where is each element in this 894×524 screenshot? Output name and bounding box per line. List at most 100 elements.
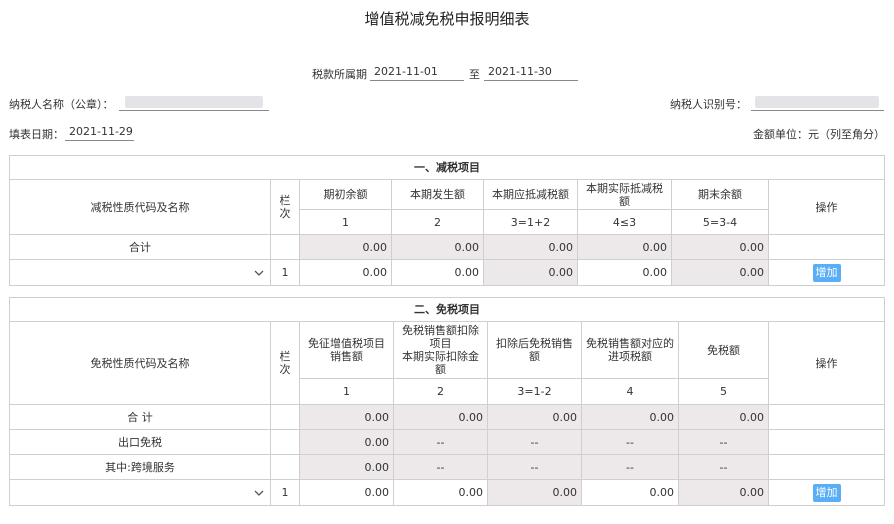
period-from-field[interactable]: 2021-11-01 xyxy=(370,64,464,81)
taxpayer-name-label: 纳税人名称（公章）： xyxy=(9,98,114,111)
redacted-id xyxy=(755,96,879,108)
reduction-table: 一、减税项目 减税性质代码及名称 栏次 期初余额 本期发生额 本期应抵减税额 本… xyxy=(9,155,885,286)
total-value: 0.00 xyxy=(678,404,769,430)
exemption-code-select[interactable] xyxy=(9,479,271,506)
computed-value: 0.00 xyxy=(483,259,578,286)
add-button[interactable]: 增加 xyxy=(812,483,841,502)
export-value: -- xyxy=(487,429,582,455)
cross-border-label: 其中:跨境服务 xyxy=(9,454,271,480)
seq-cell: 1 xyxy=(270,259,300,286)
cross-border-value: -- xyxy=(487,454,582,480)
tax-period: 税款所属期 2021-11-01 至 2021-11-30 xyxy=(0,64,894,82)
total-value: 0.00 xyxy=(393,404,488,430)
total-label: 合计 xyxy=(9,234,271,260)
op-cell xyxy=(768,429,885,455)
col-header-line: 进项税额 xyxy=(608,350,652,363)
computed-value: 0.00 xyxy=(678,479,769,506)
section-title: 一、减税项目 xyxy=(9,155,885,180)
col-header: 期初余额 xyxy=(299,179,392,210)
chevron-down-icon xyxy=(254,490,264,496)
op-header: 操作 xyxy=(768,179,885,235)
cross-border-value: -- xyxy=(581,454,679,480)
total-value: 0.00 xyxy=(483,234,578,260)
col-header: 免税销售额扣除项目 本期实际扣除金额 xyxy=(393,321,488,379)
redacted-name xyxy=(125,96,263,108)
cross-border-value: -- xyxy=(678,454,769,480)
name-header: 减税性质代码及名称 xyxy=(9,179,271,235)
op-cell xyxy=(768,454,885,480)
col-num: 5 xyxy=(678,378,769,405)
fill-date-row: 填表日期： 2021-11-29 金额单位：元（列至角分） xyxy=(0,124,894,144)
col-num: 3=1+2 xyxy=(483,209,578,235)
computed-value: 0.00 xyxy=(671,259,769,286)
op-cell: 增加 xyxy=(768,479,885,506)
col-num: 5=3-4 xyxy=(671,209,769,235)
value-input[interactable]: 0.00 xyxy=(299,259,392,286)
op-cell xyxy=(768,234,885,260)
export-row: 出口免税 0.00 -- -- -- -- xyxy=(9,429,885,455)
cross-border-row: 其中:跨境服务 0.00 -- -- -- -- xyxy=(9,454,885,480)
col-num: 2 xyxy=(393,378,488,405)
amount-unit: 金额单位：元（列至角分） xyxy=(753,128,885,141)
exemption-table: 二、免税项目 免税性质代码及名称 栏次 免征增值税项目销售额 免税销售额扣除项目… xyxy=(9,297,885,506)
total-label: 合 计 xyxy=(9,404,271,430)
op-header: 操作 xyxy=(768,321,885,405)
seq-cell xyxy=(270,454,300,480)
seq-cell xyxy=(270,234,300,260)
taxpayer-row: 纳税人名称（公章）： 纳税人识别号： xyxy=(0,94,894,114)
col-header: 免税额 xyxy=(678,321,769,379)
total-value: 0.00 xyxy=(299,234,392,260)
computed-value: 0.00 xyxy=(487,479,582,506)
col-num: 1 xyxy=(299,378,394,405)
taxpayer-id-field[interactable] xyxy=(751,94,884,111)
value-input[interactable]: 0.00 xyxy=(299,479,394,506)
op-cell: 增加 xyxy=(768,259,885,286)
export-value: 0.00 xyxy=(299,429,394,455)
col-header: 本期实际抵减税额 xyxy=(577,179,672,210)
total-value: 0.00 xyxy=(391,234,484,260)
total-row: 合计 0.00 0.00 0.00 0.00 0.00 xyxy=(9,234,885,260)
taxpayer-id-label: 纳税人识别号： xyxy=(670,98,747,111)
name-header: 免税性质代码及名称 xyxy=(9,321,271,405)
fill-date-field[interactable]: 2021-11-29 xyxy=(65,124,134,141)
page-title: 增值税减免税申报明细表 xyxy=(364,10,530,28)
col-header-line: 本期实际扣除金额 xyxy=(402,350,479,376)
value-input[interactable]: 0.00 xyxy=(577,259,672,286)
export-value: -- xyxy=(581,429,679,455)
export-label: 出口免税 xyxy=(9,429,271,455)
col-num: 1 xyxy=(299,209,392,235)
add-button[interactable]: 增加 xyxy=(812,263,841,282)
col-num: 4≤3 xyxy=(577,209,672,235)
fill-date-label: 填表日期： xyxy=(9,128,64,141)
col-header: 扣除后免税销售额 xyxy=(487,321,582,379)
export-value: -- xyxy=(393,429,488,455)
period-to-field[interactable]: 2021-11-30 xyxy=(484,64,578,81)
export-value: -- xyxy=(678,429,769,455)
total-value: 0.00 xyxy=(577,234,672,260)
section-title: 二、免税项目 xyxy=(9,297,885,322)
col-header: 本期发生额 xyxy=(391,179,484,210)
total-value: 0.00 xyxy=(487,404,582,430)
total-value: 0.00 xyxy=(581,404,679,430)
col-header: 免税销售额对应的 进项税额 xyxy=(581,321,679,379)
value-input[interactable]: 0.00 xyxy=(393,479,488,506)
taxpayer-name-field[interactable] xyxy=(119,94,269,111)
reduction-code-select[interactable] xyxy=(9,259,271,286)
col-header: 免征增值税项目销售额 xyxy=(299,321,394,379)
chevron-down-icon xyxy=(254,270,264,276)
col-num: 4 xyxy=(581,378,679,405)
col-num: 3=1-2 xyxy=(487,378,582,405)
value-input[interactable]: 0.00 xyxy=(581,479,679,506)
col-header-line: 免税销售额扣除项目 xyxy=(402,324,479,350)
seq-header: 栏次 xyxy=(270,179,300,235)
table-row: 1 0.00 0.00 0.00 0.00 0.00 增加 xyxy=(9,259,885,286)
total-row: 合 计 0.00 0.00 0.00 0.00 0.00 xyxy=(9,404,885,430)
cross-border-value: 0.00 xyxy=(299,454,394,480)
period-label: 税款所属期 xyxy=(312,68,367,81)
seq-header: 栏次 xyxy=(270,321,300,405)
cross-border-value: -- xyxy=(393,454,488,480)
seq-cell xyxy=(270,404,300,430)
value-input[interactable]: 0.00 xyxy=(391,259,484,286)
period-to-label: 至 xyxy=(469,68,480,81)
op-cell xyxy=(768,404,885,430)
